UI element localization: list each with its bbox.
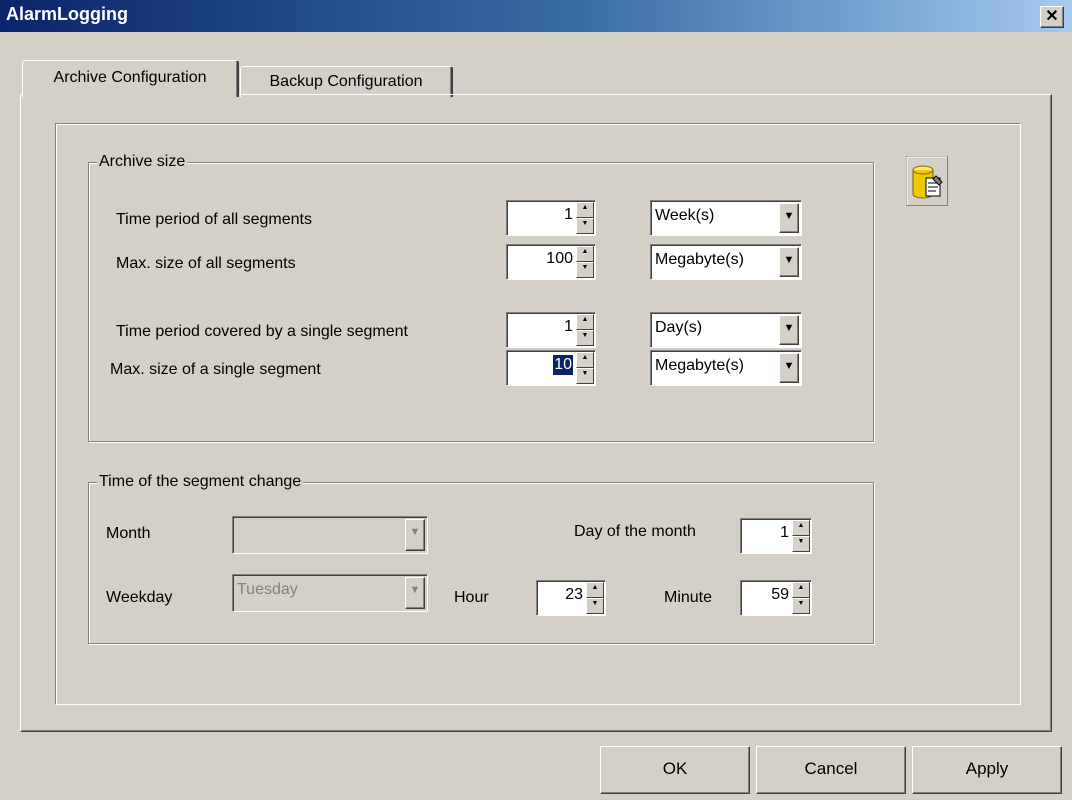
label-day-of-month: Day of the month — [574, 523, 696, 540]
time-period-all-spinner[interactable]: 1 ▲ ▼ — [506, 200, 596, 236]
time-period-single-spinner[interactable]: 1 ▲ ▼ — [506, 312, 596, 348]
cancel-button[interactable]: Cancel — [756, 746, 906, 794]
window-title: AlarmLogging — [6, 4, 128, 24]
minute-spinner[interactable]: 59 ▲ ▼ — [740, 580, 812, 616]
weekday-select[interactable]: Tuesday ▼ — [232, 574, 428, 612]
select-value: Megabyte(s) — [655, 357, 744, 374]
ok-button[interactable]: OK — [600, 746, 750, 794]
max-size-all-unit-select[interactable]: Megabyte(s) ▼ — [650, 244, 802, 280]
chevron-down-icon[interactable]: ▼ — [779, 247, 799, 277]
spin-up-icon[interactable]: ▲ — [576, 246, 594, 262]
select-value: Megabyte(s) — [655, 251, 744, 268]
select-value: Tuesday — [237, 581, 298, 598]
label-month: Month — [106, 525, 151, 542]
label-minute: Minute — [664, 589, 713, 606]
label-time-period-all: Time period of all segments — [116, 211, 312, 228]
database-archive-icon — [906, 156, 948, 206]
label-hour: Hour — [454, 589, 489, 606]
spin-down-icon[interactable]: ▼ — [576, 330, 594, 346]
tab-label: Archive Configuration — [53, 69, 207, 86]
segment-change-legend: Time of the segment change — [97, 472, 304, 492]
segment-change-group: Time of the segment change — [88, 472, 874, 644]
ok-button-label: OK — [662, 759, 688, 778]
apply-button[interactable]: Apply — [912, 746, 1062, 794]
spinner-value[interactable]: 100 — [546, 249, 573, 269]
tab-backup-configuration[interactable]: Backup Configuration — [240, 66, 453, 97]
title-bar: AlarmLogging ✕ — [0, 0, 1072, 32]
spin-down-icon[interactable]: ▼ — [576, 262, 594, 278]
chevron-down-icon[interactable]: ▼ — [405, 577, 425, 609]
spin-up-icon[interactable]: ▲ — [792, 520, 810, 536]
spinner-value-selected[interactable]: 10 — [553, 355, 573, 375]
apply-button-label: Apply — [965, 759, 1009, 778]
label-max-size-all: Max. size of all segments — [116, 255, 296, 272]
spin-down-icon[interactable]: ▼ — [586, 598, 604, 614]
archive-size-legend: Archive size — [97, 152, 188, 172]
select-value: Week(s) — [655, 207, 715, 224]
label-max-size-single: Max. size of a single segment — [110, 361, 321, 378]
time-period-single-unit-select[interactable]: Day(s) ▼ — [650, 312, 802, 348]
chevron-down-icon[interactable]: ▼ — [779, 203, 799, 233]
close-icon: ✕ — [1045, 8, 1059, 25]
chevron-down-icon[interactable]: ▼ — [779, 353, 799, 383]
chevron-down-icon[interactable]: ▼ — [405, 519, 425, 551]
hour-spinner[interactable]: 23 ▲ ▼ — [536, 580, 606, 616]
tab-label: Backup Configuration — [269, 73, 423, 90]
cancel-button-label: Cancel — [804, 759, 858, 778]
max-size-single-spinner[interactable]: 10 ▲ ▼ — [506, 350, 596, 386]
max-size-single-unit-select[interactable]: Megabyte(s) ▼ — [650, 350, 802, 386]
spin-down-icon[interactable]: ▼ — [576, 368, 594, 384]
spin-down-icon[interactable]: ▼ — [576, 218, 594, 234]
max-size-all-spinner[interactable]: 100 ▲ ▼ — [506, 244, 596, 280]
spinner-value[interactable]: 1 — [564, 205, 573, 225]
label-time-period-single: Time period covered by a single segment — [116, 323, 408, 340]
month-select[interactable]: ▼ — [232, 516, 428, 554]
spinner-value[interactable]: 1 — [564, 317, 573, 337]
spinner-value[interactable]: 23 — [565, 585, 583, 605]
spinner-value[interactable]: 59 — [771, 585, 789, 605]
close-button[interactable]: ✕ — [1040, 6, 1064, 28]
select-value: Day(s) — [655, 319, 703, 336]
time-period-all-unit-select[interactable]: Week(s) ▼ — [650, 200, 802, 236]
spin-down-icon[interactable]: ▼ — [792, 598, 810, 614]
spin-up-icon[interactable]: ▲ — [576, 314, 594, 330]
label-weekday: Weekday — [106, 589, 173, 606]
spin-up-icon[interactable]: ▲ — [576, 202, 594, 218]
spin-up-icon[interactable]: ▲ — [576, 352, 594, 368]
day-of-month-spinner[interactable]: 1 ▲ ▼ — [740, 518, 812, 554]
chevron-down-icon[interactable]: ▼ — [779, 315, 799, 345]
spin-up-icon[interactable]: ▲ — [586, 582, 604, 598]
spin-down-icon[interactable]: ▼ — [792, 536, 810, 552]
spinner-value[interactable]: 1 — [780, 523, 789, 543]
tab-archive-configuration[interactable]: Archive Configuration — [22, 60, 239, 97]
spin-up-icon[interactable]: ▲ — [792, 582, 810, 598]
